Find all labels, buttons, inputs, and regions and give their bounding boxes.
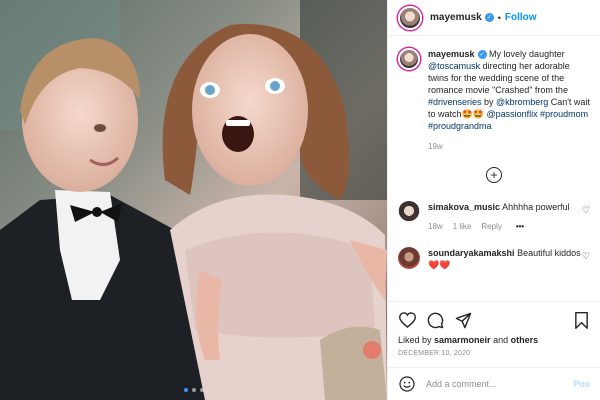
more-options-icon[interactable]: ••• [516, 221, 524, 233]
caption-body: mayemusk ✓ My lovely daughter @toscamusk … [428, 48, 590, 151]
post-side-panel: mayemusk ✓ • Follow mayemusk ✓ My lovely … [387, 0, 600, 400]
comment-likes[interactable]: 1 like [453, 221, 472, 233]
verified-icon: ✓ [477, 50, 487, 60]
hashtag-link[interactable]: #drivenseries [428, 97, 482, 107]
author-avatar[interactable] [398, 5, 422, 30]
author-username[interactable]: mayemusk [430, 12, 482, 23]
share-icon[interactable] [454, 311, 472, 329]
post-caption: mayemusk ✓ My lovely daughter @toscamusk … [398, 48, 590, 151]
mention-link[interactable]: @toscamusk [428, 61, 480, 71]
caption-segment: by [481, 97, 497, 107]
heart-icon[interactable] [398, 311, 416, 329]
comment-item: simakova_music Ahhhha powerful 18w 1 lik… [398, 201, 590, 233]
bookmark-icon[interactable] [572, 311, 590, 329]
caption-text: mayemusk ✓ My lovely daughter @toscamusk … [428, 48, 590, 132]
liked-by-prefix: Liked by [398, 335, 435, 345]
post-comment-button[interactable]: Pos [573, 379, 590, 389]
liked-by-others[interactable]: others [511, 335, 539, 345]
post-actions: Liked by samarmoneir and others DECEMBER… [388, 301, 600, 357]
instagram-post: mayemusk ✓ • Follow mayemusk ✓ My lovely … [0, 0, 600, 400]
liked-by: Liked by samarmoneir and others [398, 335, 590, 345]
mention-link[interactable]: @kbromberg [496, 97, 548, 107]
follow-button[interactable]: Follow [505, 12, 537, 23]
liked-by-mid: and [490, 335, 511, 345]
verified-icon: ✓ [484, 13, 494, 22]
comment-composer: Pos [388, 367, 600, 400]
post-header: mayemusk ✓ • Follow [388, 0, 600, 36]
action-icons [398, 310, 590, 330]
hashtag-link[interactable]: #proudmom [540, 109, 588, 119]
reply-button[interactable]: Reply [481, 221, 501, 233]
comment-like-heart-icon[interactable]: ♡ [582, 251, 590, 262]
load-more-icon[interactable]: + [486, 167, 502, 183]
comment-body: simakova_music Ahhhha powerful 18w 1 lik… [428, 201, 590, 233]
post-date[interactable]: DECEMBER 10, 2020 [398, 350, 590, 357]
caption-username[interactable]: mayemusk [428, 49, 475, 59]
comment-username[interactable]: soundaryakamakshi [428, 248, 515, 258]
carousel-indicator [0, 388, 387, 392]
photo-illustration [0, 0, 387, 400]
carousel-dot [191, 388, 196, 392]
caption-time[interactable]: 19w [428, 142, 590, 151]
emoji-icon[interactable] [398, 375, 416, 393]
comment-body: soundaryakamakshi Beautiful kiddos❤️❤️ [428, 247, 590, 271]
load-more-comments[interactable]: + [398, 167, 590, 183]
caption-segment: My lovely daughter [489, 49, 565, 59]
comment-icon[interactable] [426, 311, 444, 329]
comment-avatar[interactable] [398, 201, 420, 223]
liked-by-user[interactable]: samarmoneir [434, 335, 491, 345]
carousel-dot-active [183, 388, 188, 392]
comment-text: Ahhhha powerful [502, 202, 570, 212]
comment-avatar[interactable] [398, 247, 420, 269]
comment-like-heart-icon[interactable]: ♡ [582, 205, 590, 216]
post-photo[interactable] [0, 0, 387, 400]
comment-username[interactable]: simakova_music [428, 202, 500, 212]
hashtag-link[interactable]: #proudgrandma [428, 121, 492, 131]
caption-avatar[interactable] [398, 48, 420, 70]
header-separator: • [497, 12, 501, 23]
mention-link[interactable]: @passionflix [486, 109, 537, 119]
comment-item: soundaryakamakshi Beautiful kiddos❤️❤️ ♡ [398, 247, 590, 271]
comment-input[interactable] [426, 379, 564, 389]
carousel-dot [199, 388, 204, 392]
comments-section[interactable]: mayemusk ✓ My lovely daughter @toscamusk … [388, 36, 600, 301]
comment-time[interactable]: 18w [428, 221, 443, 233]
comment-meta: 18w 1 like Reply ••• [428, 221, 590, 233]
